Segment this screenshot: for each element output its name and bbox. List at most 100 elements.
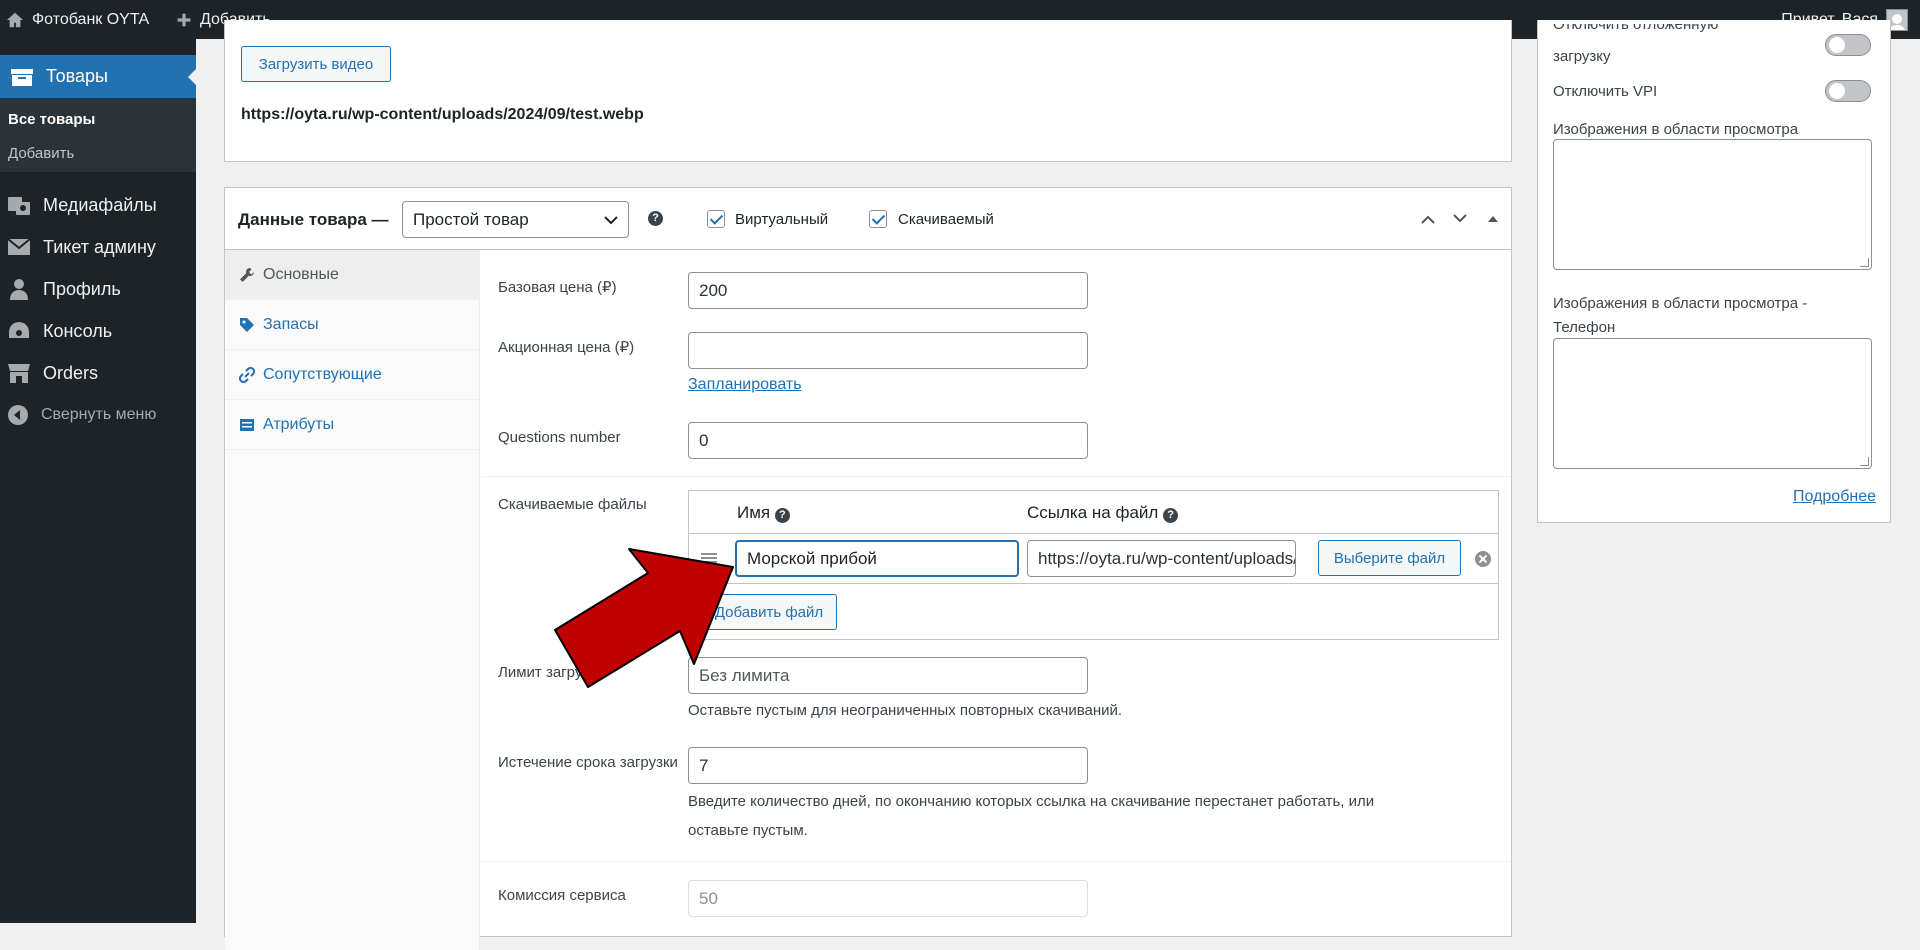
tab-attributes[interactable]: Атрибуты xyxy=(225,400,480,450)
viewport-phone-label-1: Изображения в области просмотра - xyxy=(1553,295,1808,312)
dashboard-icon xyxy=(9,322,29,338)
menu-collapse-label: Свернуть меню xyxy=(41,406,157,423)
menu-products-label: Товары xyxy=(46,66,108,86)
menu-console[interactable]: Консоль xyxy=(0,310,196,352)
lazy-load-label-2: загрузку xyxy=(1553,48,1611,65)
commission-label: Комиссия сервиса xyxy=(498,887,626,904)
section-divider xyxy=(481,476,1511,477)
collapse-box-icon[interactable] xyxy=(1487,214,1499,224)
menu-collapse[interactable]: Свернуть меню xyxy=(0,394,196,436)
vpi-label: Отключить VPI xyxy=(1553,83,1658,100)
menu-console-label: Консоль xyxy=(43,320,113,341)
regular-price-input[interactable]: 200 xyxy=(688,272,1088,309)
archive-icon xyxy=(11,68,33,86)
submenu-add[interactable]: Добавить xyxy=(8,145,74,162)
menu-orders[interactable]: Orders xyxy=(0,352,196,394)
menu-media[interactable]: Медиафайлы xyxy=(0,184,196,226)
lazy-load-text-1: Отключить отложенную xyxy=(1553,24,1719,33)
product-type-select[interactable]: Простой товар xyxy=(402,201,629,238)
menu-profile[interactable]: Профиль xyxy=(0,268,196,310)
site-name: Фотобанк OYTA xyxy=(32,10,150,28)
name-help-icon[interactable]: ? xyxy=(774,508,790,523)
vpi-toggle[interactable] xyxy=(1825,80,1871,102)
questions-input[interactable]: 0 xyxy=(688,422,1088,459)
downloadable-label: Скачиваемый xyxy=(898,211,994,228)
viewport-phone-label-2: Телефон xyxy=(1553,319,1616,336)
download-expiry-hint-2: оставьте пустым. xyxy=(688,822,808,839)
product-data-title: Данные товара — xyxy=(238,210,389,229)
downloadable-files-table: Имя ? Ссылка на файл ? Морской прибой ht… xyxy=(688,490,1499,640)
red-arrow-annotation xyxy=(554,548,734,688)
schedule-link[interactable]: Запланировать xyxy=(688,376,802,394)
file-name-input[interactable]: Морской прибой xyxy=(735,540,1019,577)
viewport-images-label: Изображения в области просмотра xyxy=(1553,121,1799,138)
files-col-name-text: Имя xyxy=(737,503,771,522)
product-data-header: Данные товара — Простой товар ? Виртуаль… xyxy=(225,188,1511,250)
product-data-tabs: Основные Запасы Сопутствующие Атрибуты xyxy=(225,250,480,950)
virtual-label: Виртуальный xyxy=(735,211,829,228)
remove-file-icon[interactable] xyxy=(1474,550,1492,568)
questions-label: Questions number xyxy=(498,429,621,446)
file-url-input[interactable]: https://oyta.ru/wp-content/uploads/2024/… xyxy=(1027,540,1296,577)
chevron-down-icon xyxy=(604,216,618,225)
tab-linked[interactable]: Сопутствующие xyxy=(225,350,480,400)
download-expiry-input[interactable]: 7 xyxy=(688,747,1088,784)
sale-price-label: Акционная цена (₽) xyxy=(498,339,635,356)
collapse-icon xyxy=(8,405,28,425)
current-notch xyxy=(188,69,196,85)
virtual-checkbox[interactable] xyxy=(707,210,725,228)
file-row: Морской прибой https://oyta.ru/wp-conten… xyxy=(689,534,1498,584)
optimization-box: Отключить отложенную загрузку Отключить … xyxy=(1537,20,1891,523)
tab-linked-label: Сопутствующие xyxy=(263,365,382,383)
menu-ticket-label: Тикет админу xyxy=(43,236,156,257)
tag-icon xyxy=(240,317,254,332)
media-icon xyxy=(8,197,30,215)
download-expiry-label: Истечение срока загрузки xyxy=(498,754,678,771)
video-box: Загрузить видео https://oyta.ru/wp-conte… xyxy=(224,20,1512,162)
regular-price-label: Базовая цена (₽) xyxy=(498,279,617,296)
downloadable-files-label: Скачиваемые файлы xyxy=(498,496,647,513)
files-col-url-text: Ссылка на файл xyxy=(1027,503,1159,522)
download-expiry-hint-1: Введите количество дней, по окончанию ко… xyxy=(688,793,1375,810)
lazy-load-toggle[interactable] xyxy=(1825,34,1871,56)
menu-media-label: Медиафайлы xyxy=(43,194,157,215)
tab-inventory-label: Запасы xyxy=(263,315,319,333)
mail-icon xyxy=(7,238,31,255)
tab-general-label: Основные xyxy=(263,265,339,283)
commission-input[interactable]: 50 xyxy=(688,880,1088,917)
choose-file-button[interactable]: Выберите файл xyxy=(1318,540,1461,576)
wrench-icon xyxy=(240,267,254,282)
product-data-box: Данные товара — Простой товар ? Виртуаль… xyxy=(224,187,1512,950)
menu-products[interactable]: Товары xyxy=(0,55,196,98)
url-help-icon[interactable]: ? xyxy=(1163,508,1179,523)
submenu-all-products[interactable]: Все товары xyxy=(8,111,95,128)
files-col-name: Имя ? xyxy=(737,503,790,523)
viewport-phone-textarea[interactable] xyxy=(1553,338,1872,469)
home-icon xyxy=(6,12,24,27)
downloadable-checkbox[interactable] xyxy=(869,210,887,228)
list-icon xyxy=(240,418,254,431)
products-submenu: Все товары Добавить xyxy=(0,98,196,172)
section-divider-2 xyxy=(481,861,1511,862)
upload-video-button[interactable]: Загрузить видео xyxy=(241,46,391,82)
sale-price-input[interactable] xyxy=(688,332,1088,369)
product-type-help-icon[interactable]: ? xyxy=(648,211,663,226)
menu-ticket[interactable]: Тикет админу xyxy=(0,226,196,268)
move-up-icon[interactable] xyxy=(1420,213,1436,225)
download-limit-input[interactable]: Без лимита xyxy=(688,657,1088,694)
viewport-images-textarea[interactable] xyxy=(1553,139,1872,270)
link-icon xyxy=(239,366,255,383)
tab-inventory[interactable]: Запасы xyxy=(225,300,480,350)
files-table-header: Имя ? Ссылка на файл ? xyxy=(689,491,1498,534)
admin-sidebar: Товары Все товары Добавить Медиафайлы Ти… xyxy=(0,39,196,923)
tab-general[interactable]: Основные xyxy=(225,250,480,300)
menu-orders-label: Orders xyxy=(43,362,99,383)
user-icon xyxy=(10,279,28,300)
site-link[interactable]: Фотобанк OYTA xyxy=(6,0,149,39)
more-link[interactable]: Подробнее xyxy=(1793,488,1876,506)
tab-attributes-label: Атрибуты xyxy=(263,415,335,433)
move-down-icon[interactable] xyxy=(1452,213,1468,225)
lazy-load-label-1: Отключить отложенную xyxy=(1553,24,1718,42)
plus-icon xyxy=(177,13,191,26)
video-url: https://oyta.ru/wp-content/uploads/2024/… xyxy=(241,106,644,123)
